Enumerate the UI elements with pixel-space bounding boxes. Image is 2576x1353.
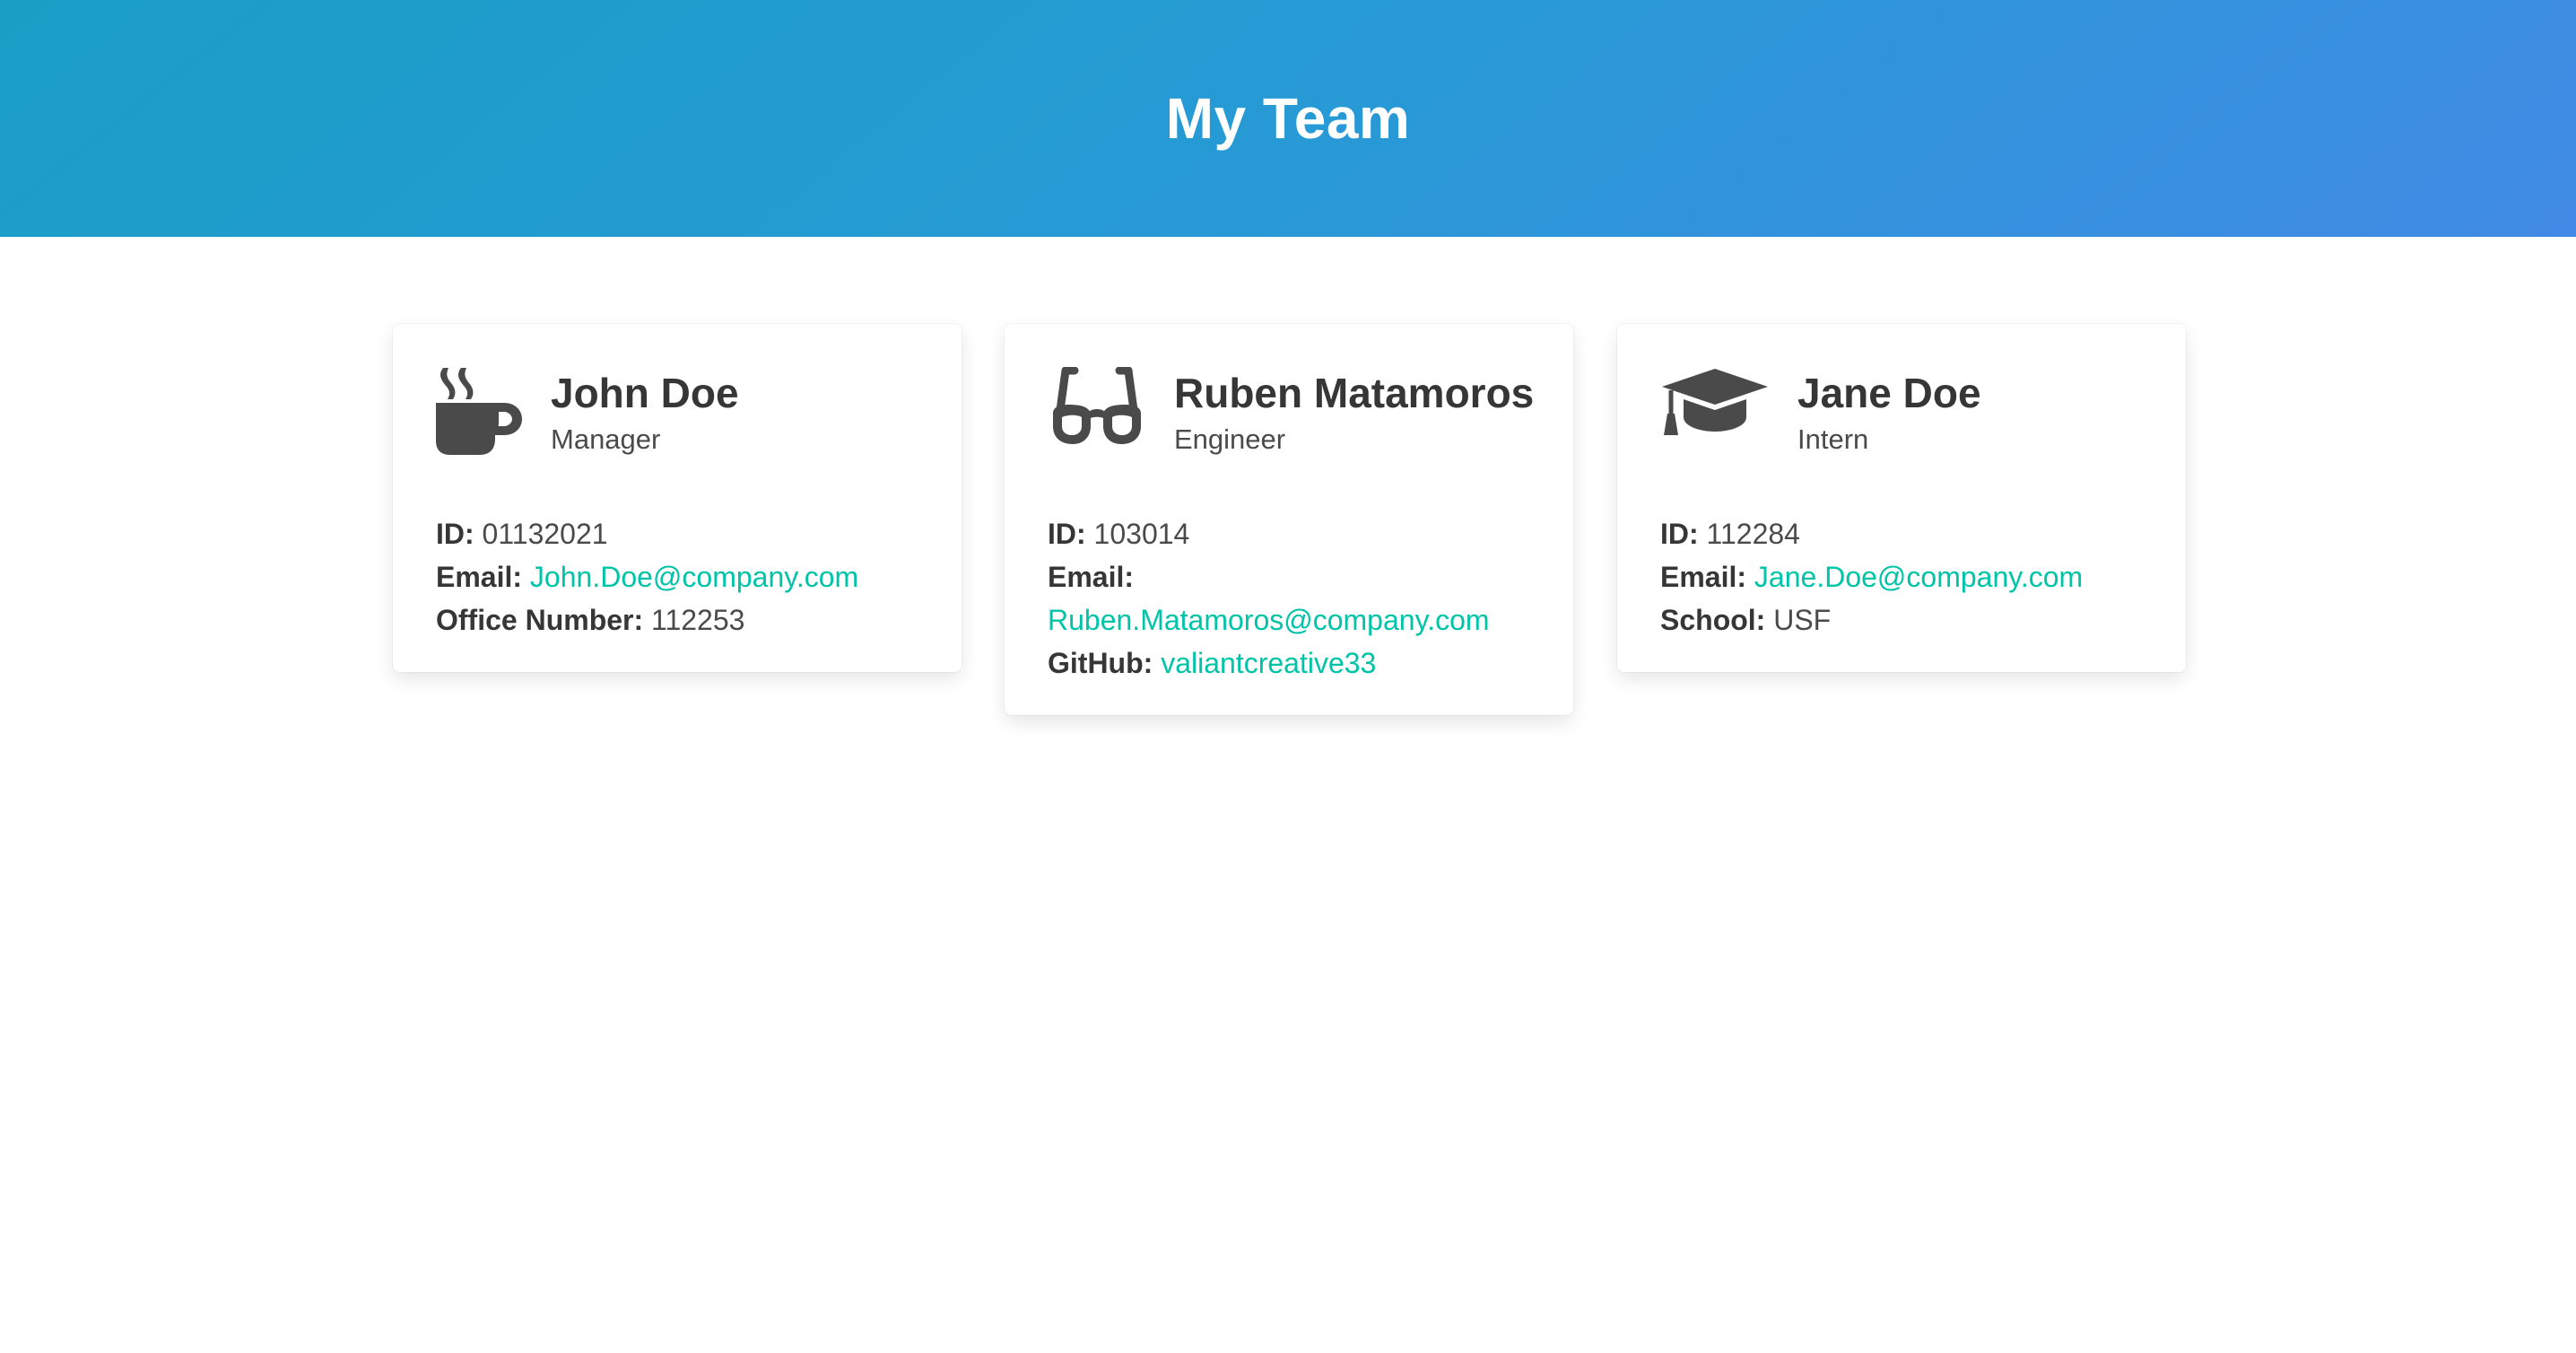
page-title: My Team bbox=[1165, 86, 1411, 151]
email-label: Email: bbox=[1660, 561, 1747, 593]
employee-role: Intern bbox=[1797, 423, 1869, 456]
page-header: My Team bbox=[0, 0, 2576, 237]
school-row: School: USF bbox=[1660, 598, 2143, 642]
employee-card-engineer: Ruben Matamoros Engineer ID: 103014 Emai… bbox=[1005, 324, 1573, 715]
email-row: Email: John.Doe@company.com bbox=[436, 555, 918, 598]
employee-details: ID: 103014 Email: Ruben.Matamoros@compan… bbox=[1048, 512, 1530, 685]
id-value: 112284 bbox=[1706, 518, 1800, 550]
employee-card-manager: John Doe Manager ID: 01132021 Email: Joh… bbox=[393, 324, 962, 672]
id-label: ID: bbox=[1660, 518, 1699, 550]
id-value: 01132021 bbox=[482, 518, 608, 550]
email-link[interactable]: John.Doe@company.com bbox=[530, 561, 858, 593]
github-label: GitHub: bbox=[1048, 647, 1153, 679]
employee-name: Ruben Matamoros bbox=[1174, 370, 1535, 416]
id-row: ID: 112284 bbox=[1660, 512, 2143, 555]
office-number-value: 112253 bbox=[651, 604, 745, 636]
employee-name: John Doe bbox=[551, 370, 739, 416]
employee-details: ID: 112284 Email: Jane.Doe@company.com S… bbox=[1660, 512, 2143, 642]
id-row: ID: 103014 bbox=[1048, 512, 1530, 555]
school-value: USF bbox=[1773, 604, 1832, 636]
office-number-label: Office Number: bbox=[436, 604, 644, 636]
email-label: Email: bbox=[436, 561, 523, 593]
github-row: GitHub: valiantcreative33 bbox=[1048, 642, 1530, 685]
card-header: Ruben Matamoros Engineer bbox=[1048, 367, 1534, 476]
employee-role: Manager bbox=[551, 423, 661, 456]
employee-name: Jane Doe bbox=[1797, 370, 1981, 416]
employee-details: ID: 01132021 Email: John.Doe@company.com… bbox=[436, 512, 918, 642]
school-label: School: bbox=[1660, 604, 1766, 636]
id-row: ID: 01132021 bbox=[436, 512, 918, 555]
glasses-icon bbox=[1048, 367, 1174, 448]
id-label: ID: bbox=[1048, 518, 1086, 550]
card-header: Jane Doe Intern bbox=[1660, 367, 2143, 476]
employee-heading: Jane Doe Intern bbox=[1797, 367, 1981, 458]
employee-heading: Ruben Matamoros Engineer bbox=[1174, 367, 1534, 458]
id-label: ID: bbox=[436, 518, 474, 550]
office-number-row: Office Number: 112253 bbox=[436, 598, 918, 642]
id-value: 103014 bbox=[1093, 518, 1190, 550]
email-link[interactable]: Jane.Doe@company.com bbox=[1754, 561, 2083, 593]
graduation-cap-icon bbox=[1660, 367, 1797, 439]
email-label: Email: bbox=[1048, 561, 1135, 593]
email-link[interactable]: Ruben.Matamoros@company.com bbox=[1048, 604, 1490, 636]
email-row: Email: Jane.Doe@company.com bbox=[1660, 555, 2143, 598]
coffee-icon bbox=[436, 367, 551, 457]
employee-card-intern: Jane Doe Intern ID: 112284 Email: Jane.D… bbox=[1617, 324, 2186, 672]
card-header: John Doe Manager bbox=[436, 367, 918, 476]
email-link-row: Ruben.Matamoros@company.com bbox=[1048, 598, 1530, 642]
github-link[interactable]: valiantcreative33 bbox=[1161, 647, 1376, 679]
employee-role: Engineer bbox=[1174, 423, 1286, 456]
email-row: Email: bbox=[1048, 555, 1530, 598]
employee-heading: John Doe Manager bbox=[551, 367, 739, 458]
